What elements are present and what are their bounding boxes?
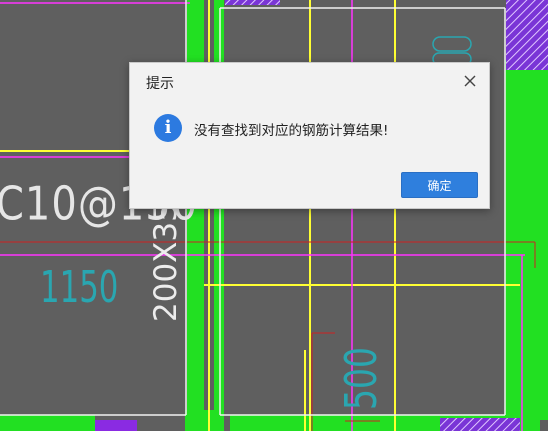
dimension-1150: 1150 [40,262,119,313]
dialog-title: 提示 [146,76,174,92]
dimension-500: 500 [336,347,387,410]
info-icon: i [154,114,182,142]
message-dialog: 提示 i 没有查找到对应的钢筋计算结果! 确定 [129,62,490,209]
close-icon[interactable] [461,72,479,90]
ok-button[interactable]: 确定 [401,172,478,198]
dialog-message: 没有查找到对应的钢筋计算结果! [194,123,389,139]
